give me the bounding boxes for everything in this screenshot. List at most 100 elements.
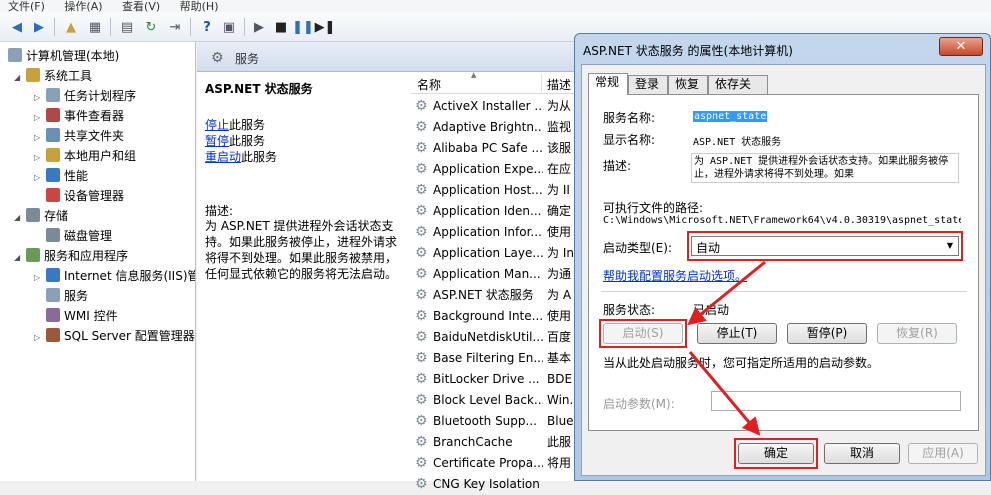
- console-tree-icon[interactable]: ▦: [86, 18, 104, 36]
- description-panel: ASP.NET 状态服务 停止此服务 暂停此服务 重启动此服务 描述: 为 AS…: [197, 72, 405, 481]
- tab-logon[interactable]: 登录: [628, 75, 668, 94]
- start-service-icon[interactable]: ▶: [250, 18, 268, 36]
- users-icon: [46, 148, 60, 162]
- tree-item[interactable]: ▷ 事件查看器: [34, 106, 124, 126]
- apply-button[interactable]: 应用(A): [908, 443, 978, 464]
- stop-link[interactable]: 停止: [205, 118, 229, 132]
- restart-link[interactable]: 重启动: [205, 150, 241, 164]
- start-params-label: 启动参数(M):: [603, 397, 675, 411]
- expand-icon[interactable]: ▷: [34, 108, 46, 128]
- refresh-icon[interactable]: ↻: [142, 18, 160, 36]
- stop-service-icon[interactable]: ■: [272, 18, 290, 36]
- general-page: 服务名称: aspnet_state 显示名称: ASP.NET 状态服务 描述…: [588, 94, 979, 431]
- expand-icon[interactable]: ◢: [14, 248, 26, 268]
- service-name-cell: BranchCache: [433, 435, 513, 449]
- tree-item-label: 磁盘管理: [64, 229, 113, 243]
- gear-icon: ⚙: [415, 203, 428, 219]
- status-value: 已启动: [693, 303, 730, 317]
- menu-view[interactable]: 查看(V): [114, 1, 168, 12]
- column-name[interactable]: 名称: [417, 76, 441, 93]
- tab-dependencies[interactable]: 依存关系: [708, 75, 768, 108]
- tree-root[interactable]: 计算机管理(本地): [8, 46, 119, 66]
- tree-item[interactable]: ▷ 任务计划程序: [34, 86, 136, 106]
- exe-path-value[interactable]: C:\Windows\Microsoft.NET\Framework64\v4.…: [603, 215, 961, 226]
- properties-icon[interactable]: ▤: [118, 18, 136, 36]
- service-name-cell: BitLocker Drive ...: [433, 372, 540, 386]
- tree-item[interactable]: ▷ 共享文件夹: [34, 126, 124, 146]
- tab-recovery[interactable]: 恢复: [668, 75, 708, 94]
- stop-button[interactable]: 停止(T): [697, 323, 777, 344]
- service-name-cell: Application Man...: [433, 267, 541, 281]
- expand-icon[interactable]: ▷: [34, 168, 46, 188]
- dialog-description-label: 描述:: [603, 159, 632, 173]
- pause-service-action: 暂停此服务: [205, 132, 265, 149]
- display-name-value[interactable]: ASP.NET 状态服务: [693, 133, 781, 148]
- annotation-box-startup: [687, 231, 963, 261]
- tree-item-label: SQL Server 配置管理器: [64, 329, 195, 343]
- tree-item[interactable]: 设备管理器: [34, 186, 124, 206]
- gear-icon: ⚙: [415, 329, 428, 345]
- gear-icon: ⚙: [415, 308, 428, 324]
- forward-arrow-icon[interactable]: ▶: [30, 18, 48, 36]
- service-title: ASP.NET 状态服务: [205, 82, 313, 96]
- tree-item[interactable]: ◢ 系统工具: [14, 66, 92, 86]
- performance-icon: [46, 168, 60, 182]
- tree-item[interactable]: ▷ 性能: [34, 166, 88, 186]
- back-arrow-icon[interactable]: ◀: [8, 18, 26, 36]
- tree-item[interactable]: ◢ 服务和应用程序: [14, 246, 128, 266]
- column-description[interactable]: 描述: [547, 76, 571, 93]
- start-params-input[interactable]: [711, 391, 961, 411]
- pause-button[interactable]: 暂停(P): [787, 323, 867, 344]
- menu-action[interactable]: 操作(A): [56, 1, 110, 12]
- dialog-body: 常规 登录 恢复 依存关系 服务名称: aspnet_state 显示名称: A…: [581, 64, 986, 476]
- expand-icon[interactable]: ◢: [14, 208, 26, 228]
- export-icon[interactable]: ⇥: [166, 18, 184, 36]
- cancel-button[interactable]: 取消: [824, 443, 900, 464]
- device-manager-icon: [46, 188, 60, 202]
- pause-link[interactable]: 暂停: [205, 134, 229, 148]
- tree-item-label: 设备管理器: [64, 189, 125, 203]
- service-name-cell: Application Infor...: [433, 225, 542, 239]
- expand-icon[interactable]: ▷: [34, 268, 46, 288]
- pause-suffix: 此服务: [229, 134, 266, 148]
- expand-icon[interactable]: ◢: [14, 68, 26, 88]
- gear-icon: ⚙: [415, 371, 428, 387]
- resume-button[interactable]: 恢复(R): [877, 323, 957, 344]
- pause-service-icon[interactable]: ❚❚: [292, 18, 314, 36]
- help-icon[interactable]: ?: [198, 18, 216, 36]
- tree-item[interactable]: 服务: [34, 286, 88, 306]
- menu-help[interactable]: 帮助(H): [172, 1, 227, 12]
- gear-icon: ⚙: [415, 161, 428, 177]
- close-button[interactable]: ✕: [939, 37, 983, 56]
- tree-item[interactable]: 磁盘管理: [34, 226, 112, 246]
- up-folder-icon[interactable]: ▲: [62, 18, 80, 36]
- services-apps-icon: [26, 248, 40, 262]
- computer-icon: [8, 48, 22, 62]
- wrench-icon: [26, 68, 40, 82]
- tree-item[interactable]: WMI 控件: [34, 306, 118, 326]
- menu-file[interactable]: 文件(F): [0, 1, 53, 12]
- gear-icon: ⚙: [415, 245, 428, 261]
- service-name-cell: ActiveX Installer ...: [433, 99, 543, 113]
- disk-icon: [46, 228, 60, 242]
- tree-item[interactable]: ▷ SQL Server 配置管理器: [34, 326, 195, 346]
- tree-item[interactable]: ◢ 存储: [14, 206, 68, 226]
- service-name-value[interactable]: aspnet_state: [693, 111, 768, 122]
- annotation-box-ok: [734, 438, 818, 469]
- service-name-cell: Application Laye...: [433, 246, 543, 260]
- expand-icon[interactable]: ▷: [34, 88, 46, 108]
- expand-icon[interactable]: ▷: [34, 148, 46, 168]
- expand-icon[interactable]: ▷: [34, 128, 46, 148]
- help-link[interactable]: 帮助我配置服务启动选项。: [603, 267, 747, 284]
- status-label: 服务状态:: [603, 303, 656, 317]
- dialog-description-box[interactable]: 为 ASP.NET 提供进程外会话状态支持。如果此服务被停止，进程外请求将得不到…: [691, 153, 959, 183]
- tree-item[interactable]: ▷ Internet 信息服务(IIS)管: [34, 266, 195, 288]
- tree-item[interactable]: ▷ 本地用户和组: [34, 146, 136, 166]
- restart-service-icon[interactable]: ▶❚: [315, 18, 336, 36]
- show-hide-icon[interactable]: ▣: [220, 18, 238, 36]
- tab-general[interactable]: 常规: [588, 73, 628, 95]
- expand-icon[interactable]: ▷: [34, 328, 46, 348]
- tree-item-label: 存储: [44, 209, 69, 223]
- start-params-hint: 当从此处启动服务时，您可指定所适用的启动参数。: [603, 356, 880, 370]
- gear-icon: ⚙: [211, 50, 224, 66]
